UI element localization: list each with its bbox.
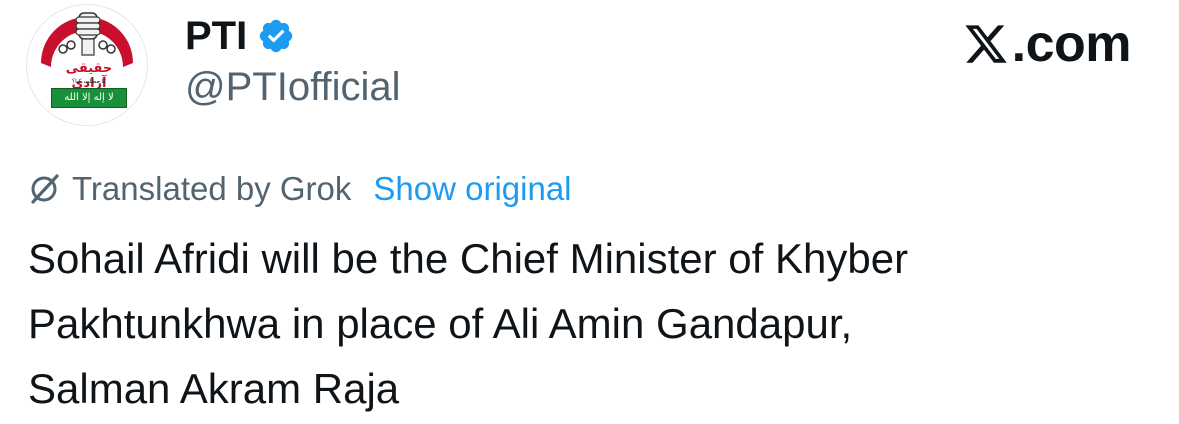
translation-row: Translated by Grok Show original (28, 168, 572, 210)
show-original-link[interactable]: Show original (373, 168, 571, 210)
tweet-text: Sohail Afridi will be the Chief Minister… (28, 226, 1148, 421)
translated-by-label: Translated by Grok (72, 170, 352, 207)
avatar[interactable]: حقیقی آزادی کا مطلب کیا؟ لا إله إلا الله (26, 4, 148, 126)
tweet-line: Pakhtunkhwa in place of Ali Amin Gandapu… (28, 300, 853, 347)
x-logo-icon (962, 21, 1010, 67)
tweet-line: Salman Akram Raja (28, 365, 400, 412)
display-name[interactable]: PTI (185, 14, 247, 58)
x-com-suffix: .com (1011, 15, 1132, 73)
post-header: حقیقی آزادی کا مطلب کیا؟ لا إله إلا الله… (0, 0, 1179, 140)
tweet-line: Sohail Afridi will be the Chief Minister… (28, 235, 909, 282)
verified-badge-icon[interactable] (257, 17, 295, 55)
grok-icon (28, 172, 62, 206)
avatar-headline: حقیقی آزادی (65, 61, 113, 91)
avatar-banner: لا إله إلا الله (51, 88, 127, 108)
account-handle[interactable]: @PTIofficial (185, 64, 401, 110)
avatar-subline: کا مطلب کیا؟ (71, 78, 107, 85)
name-row: PTI (185, 14, 295, 58)
x-com-brand: .com (962, 15, 1132, 73)
